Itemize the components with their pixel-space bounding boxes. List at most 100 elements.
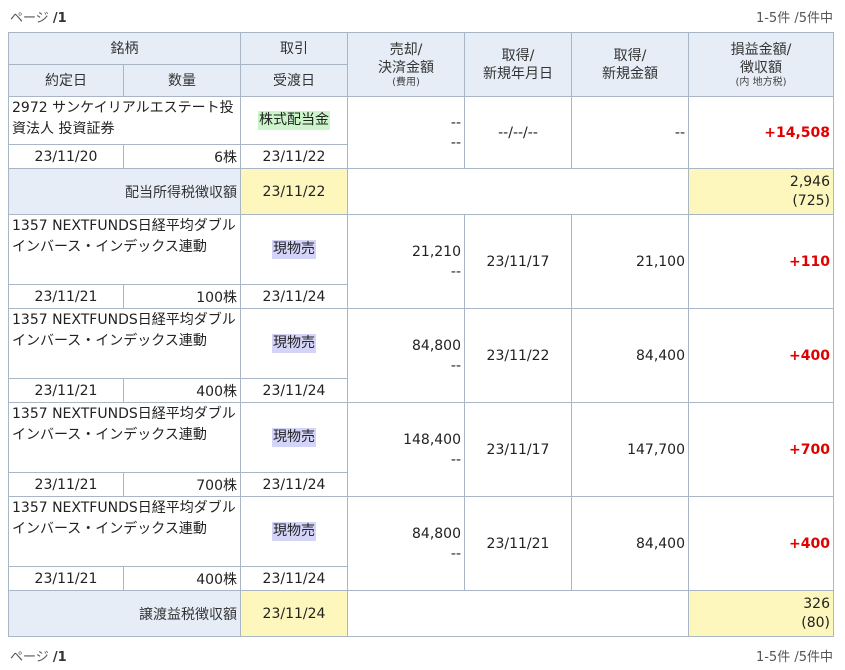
acq-date: 23/11/17 [464,214,572,309]
header-profit: 損益金額/ 徴収額 (内 地方税) [688,32,834,97]
result-count: 1-5件 /5件中 [755,10,833,26]
tax-date: 23/11/22 [240,168,348,215]
trade-history-table: 銘柄 取引 売却/ 決済金額 (費用) 取得/ 新規年月日 取得/ 新規金額 損… [8,32,834,637]
trade-type-badge: 現物売 [272,522,316,541]
header-acq-amount: 取得/ 新規金額 [571,32,689,97]
trade-type-cell: 現物売 [240,214,348,285]
header-acq-amount-line2: 新規金額 [602,65,658,82]
tax-row: 配当所得税徴収額 23/11/22 2,946 (725) [8,168,834,215]
header-profit-line1: 損益金額/ [730,41,792,58]
security-name: 2972 サンケイリアルエステート投資法人 投資証券 [8,96,241,145]
header-acq-date-line1: 取得/ [501,47,535,64]
header-torihiki: 取引 [240,32,348,65]
header-sale-line2: 決済金額 [378,59,434,76]
tax-empty [347,590,689,637]
table-row: 1357 NEXTFUNDS日経平均ダブルインバース・インデックス連動 現物売 … [8,496,834,591]
trade-date: 23/11/20 [8,144,124,169]
settle-date: 23/11/24 [240,472,348,497]
quantity: 6株 [123,144,241,169]
tax-label: 配当所得税徴収額 [8,168,241,215]
header-sale-sub: (費用) [392,76,420,88]
trade-type-cell: 現物売 [240,308,348,379]
sale-amount-cell: 21,210 -- [347,214,465,309]
acq-date: 23/11/17 [464,402,572,497]
tax-row: 譲渡益税徴収額 23/11/24 326 (80) [8,590,834,637]
sale-amount: -- [450,114,461,131]
trade-type-cell: 現物売 [240,496,348,567]
profit-amount: +400 [688,308,834,403]
security-name: 1357 NEXTFUNDS日経平均ダブルインバース・インデックス連動 [8,496,241,567]
sale-amount-cell: 148,400 -- [347,402,465,497]
settle-date: 23/11/24 [240,378,348,403]
page-indicator: ページ /1 [10,646,67,665]
tax-date: 23/11/24 [240,590,348,637]
page-value: /1 [52,10,67,26]
sale-amount: 21,210 [412,243,461,260]
profit-amount: +700 [688,402,834,497]
pager-bottom: ページ /1 1-5件 /5件中 [10,645,833,665]
profit-amount: +14,508 [688,96,834,169]
acq-date: --/--/-- [464,96,572,169]
header-meigara: 銘柄 [8,32,241,65]
tax-amount-cell: 326 (80) [688,590,834,637]
acq-date: 23/11/22 [464,308,572,403]
sale-fee: -- [450,357,461,374]
trade-type-badge: 株式配当金 [258,111,330,130]
security-name: 1357 NEXTFUNDS日経平均ダブルインバース・インデックス連動 [8,214,241,285]
header-quantity: 数量 [123,64,241,97]
quantity: 400株 [123,566,241,591]
acq-date: 23/11/21 [464,496,572,591]
acq-amount: -- [571,96,689,169]
security-name: 1357 NEXTFUNDS日経平均ダブルインバース・インデックス連動 [8,402,241,473]
table-row: 1357 NEXTFUNDS日経平均ダブルインバース・インデックス連動 現物売 … [8,402,834,497]
profit-amount: +400 [688,496,834,591]
sale-amount: 148,400 [403,431,461,448]
trade-date: 23/11/21 [8,378,124,403]
sale-amount: 84,800 [412,337,461,354]
sale-amount: 84,800 [412,525,461,542]
quantity: 400株 [123,378,241,403]
sale-amount-cell: 84,800 -- [347,496,465,591]
sale-fee: -- [450,134,461,151]
trade-type-cell: 株式配当金 [240,96,348,145]
settle-date: 23/11/24 [240,284,348,309]
sale-amount-cell: -- -- [347,96,465,169]
settle-date: 23/11/24 [240,566,348,591]
trade-type-cell: 現物売 [240,402,348,473]
trade-date: 23/11/21 [8,566,124,591]
tax-amount: 326 [803,595,830,612]
sale-fee: -- [450,263,461,280]
acq-amount: 84,400 [571,308,689,403]
tax-amount: 2,946 [789,173,830,190]
sale-fee: -- [450,451,461,468]
quantity: 700株 [123,472,241,497]
header-acq-date-line2: 新規年月日 [483,65,553,82]
trade-type-badge: 現物売 [272,428,316,447]
tax-empty [347,168,689,215]
header-sale-line1: 売却/ [389,41,423,58]
settle-date: 23/11/22 [240,144,348,169]
header-profit-line2: 徴収額 [740,59,782,76]
table-row: 1357 NEXTFUNDS日経平均ダブルインバース・インデックス連動 現物売 … [8,308,834,403]
acq-amount: 84,400 [571,496,689,591]
result-count: 1-5件 /5件中 [755,649,833,665]
header-acq-amount-line1: 取得/ [613,47,647,64]
acq-amount: 21,100 [571,214,689,309]
sale-amount-cell: 84,800 -- [347,308,465,403]
security-name: 1357 NEXTFUNDS日経平均ダブルインバース・インデックス連動 [8,308,241,379]
tax-label: 譲渡益税徴収額 [8,590,241,637]
header-settle-date: 受渡日 [240,64,348,97]
tax-local: (80) [801,614,830,631]
table-body: 2972 サンケイリアルエステート投資法人 投資証券 株式配当金 -- -- -… [8,96,834,637]
tax-amount-cell: 2,946 (725) [688,168,834,215]
header-sale-amount: 売却/ 決済金額 (費用) [347,32,465,97]
quantity: 100株 [123,284,241,309]
header-acq-date: 取得/ 新規年月日 [464,32,572,97]
table-row: 1357 NEXTFUNDS日経平均ダブルインバース・インデックス連動 現物売 … [8,214,834,309]
page-label: ページ [10,10,49,26]
trade-date: 23/11/21 [8,472,124,497]
trade-type-badge: 現物売 [272,334,316,353]
tax-local: (725) [792,192,830,209]
acq-amount: 147,700 [571,402,689,497]
header-profit-sub: (内 地方税) [735,76,787,88]
